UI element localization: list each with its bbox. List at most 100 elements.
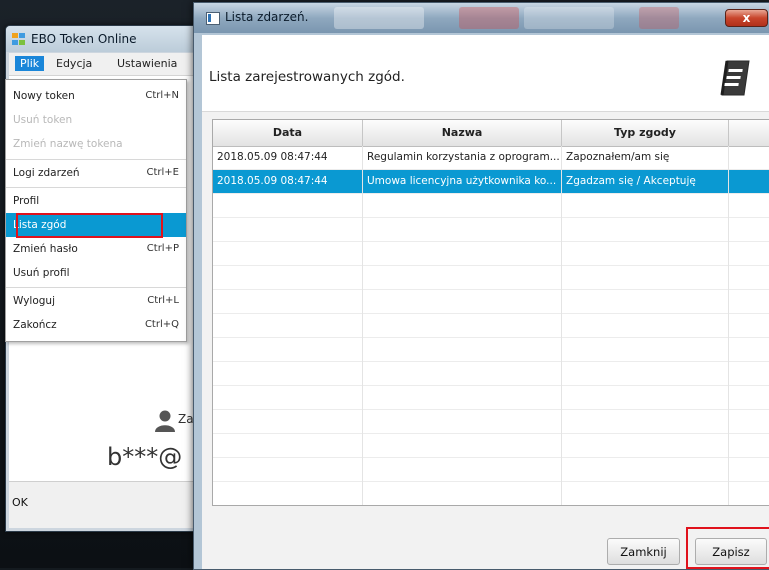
menu-item-zmien-nazwe-tokena[interactable]: Zmień nazwę tokena xyxy=(6,132,186,156)
table-cell xyxy=(213,386,363,410)
table-cell xyxy=(363,410,562,434)
menu-item-zakoncz[interactable]: Zakończ Ctrl+Q xyxy=(6,313,186,337)
table-cell xyxy=(363,290,562,314)
table-cell xyxy=(363,434,562,458)
table-cell xyxy=(363,242,562,266)
table-cell xyxy=(729,482,769,505)
table-row-empty[interactable] xyxy=(213,458,769,482)
table-cell: Regulamin korzystania z oprogram... xyxy=(363,146,562,170)
app-icon xyxy=(12,33,26,46)
table-cell xyxy=(729,218,769,242)
table-cell xyxy=(562,314,729,338)
table-cell xyxy=(363,362,562,386)
menu-plik[interactable]: Plik xyxy=(15,56,45,71)
menu-item-usun-profil[interactable]: Usuń profil xyxy=(6,261,186,285)
menu-separator xyxy=(6,287,186,288)
table-cell xyxy=(363,482,562,505)
close-dialog-button[interactable]: Zamknij xyxy=(607,538,680,565)
table-row-empty[interactable] xyxy=(213,290,769,314)
plik-dropdown-menu: Nowy token Ctrl+N Usuń token Zmień nazwę… xyxy=(5,79,187,342)
table-cell xyxy=(363,458,562,482)
table-row-empty[interactable] xyxy=(213,362,769,386)
column-header-typ-zgody[interactable]: Typ zgody xyxy=(562,120,729,146)
table-cell xyxy=(729,338,769,362)
table-cell: Zapoznałem/am się xyxy=(562,146,729,170)
table-row-empty[interactable] xyxy=(213,482,769,505)
consents-table: Data Nazwa Typ zgody 2018.05.09 08:47:44… xyxy=(212,119,769,506)
table-cell xyxy=(562,434,729,458)
table-cell xyxy=(213,314,363,338)
status-text: OK xyxy=(12,496,28,509)
table-row-empty[interactable] xyxy=(213,266,769,290)
table-cell xyxy=(562,242,729,266)
column-header-data[interactable]: Data xyxy=(213,120,363,146)
table-cell xyxy=(562,386,729,410)
table-cell xyxy=(363,194,562,218)
masked-login: b***@ xyxy=(107,443,183,471)
table-cell xyxy=(562,362,729,386)
menubar: Plik Edycja Ustawienia xyxy=(9,53,201,76)
close-icon: x xyxy=(742,11,751,25)
table-cell xyxy=(562,266,729,290)
table-cell xyxy=(363,386,562,410)
table-row-empty[interactable] xyxy=(213,218,769,242)
dialog-title: Lista zdarzeń. xyxy=(225,10,309,24)
table-cell xyxy=(363,314,562,338)
table-cell xyxy=(213,266,363,290)
menu-item-zmien-haslo[interactable]: Zmień hasło Ctrl+P xyxy=(6,237,186,261)
menu-edycja[interactable]: Edycja xyxy=(56,57,92,70)
status-bar: OK xyxy=(9,481,201,528)
table-cell xyxy=(729,242,769,266)
main-titlebar[interactable]: EBO Token Online xyxy=(6,26,201,52)
menu-item-usun-token[interactable]: Usuń token xyxy=(6,108,186,132)
table-row[interactable]: 2018.05.09 08:47:44 Regulamin korzystania… xyxy=(213,146,769,170)
table-cell xyxy=(213,410,363,434)
table-cell xyxy=(729,194,769,218)
table-cell xyxy=(562,410,729,434)
table-row-empty[interactable] xyxy=(213,314,769,338)
table-header: Data Nazwa Typ zgody xyxy=(213,120,769,147)
table-row-empty[interactable] xyxy=(213,386,769,410)
table-cell xyxy=(729,458,769,482)
menu-item-profil[interactable]: Profil xyxy=(6,189,186,213)
menu-ustawienia[interactable]: Ustawienia xyxy=(117,57,177,70)
menu-item-wyloguj[interactable]: Wyloguj Ctrl+L xyxy=(6,289,186,313)
table-cell xyxy=(213,482,363,505)
book-icon xyxy=(719,60,751,96)
menu-item-nowy-token[interactable]: Nowy token Ctrl+N xyxy=(6,84,186,108)
menu-item-logi-zdarzen[interactable]: Logi zdarzeń Ctrl+E xyxy=(6,161,186,185)
table-cell: Zgadzam się / Akceptuję xyxy=(562,170,729,194)
table-cell xyxy=(729,170,769,194)
table-cell xyxy=(729,266,769,290)
table-cell xyxy=(562,194,729,218)
table-cell xyxy=(213,218,363,242)
dialog-heading: Lista zarejestrowanych zgód. xyxy=(209,69,405,85)
user-icon xyxy=(155,410,175,432)
column-header-nazwa[interactable]: Nazwa xyxy=(363,120,562,146)
dialog-titlebar[interactable]: Lista zdarzeń. x xyxy=(194,3,769,33)
table-cell xyxy=(729,386,769,410)
table-cell xyxy=(213,434,363,458)
highlight-box-zapisz xyxy=(686,527,769,569)
close-button[interactable]: x xyxy=(725,9,768,27)
table-cell: 2018.05.09 08:47:44 xyxy=(213,146,363,170)
table-cell xyxy=(729,314,769,338)
table-cell: Umowa licencyjna użytkownika ko... xyxy=(363,170,562,194)
table-cell xyxy=(562,482,729,505)
dialog-content: Lista zarejestrowanych zgód. Data Nazwa … xyxy=(202,35,769,569)
table-row-empty[interactable] xyxy=(213,242,769,266)
table-row-empty[interactable] xyxy=(213,434,769,458)
table-cell xyxy=(729,410,769,434)
table-cell xyxy=(562,290,729,314)
table-cell xyxy=(729,146,769,170)
table-row-empty[interactable] xyxy=(213,338,769,362)
table-row-empty[interactable] xyxy=(213,194,769,218)
dialog-header: Lista zarejestrowanych zgód. xyxy=(202,35,769,112)
table-row[interactable]: 2018.05.09 08:47:44 Umowa licencyjna użyt… xyxy=(213,170,769,194)
column-header-extra[interactable] xyxy=(729,120,769,146)
table-cell xyxy=(562,338,729,362)
table-cell xyxy=(729,434,769,458)
table-row-empty[interactable] xyxy=(213,410,769,434)
table-cell xyxy=(213,242,363,266)
table-cell xyxy=(213,338,363,362)
